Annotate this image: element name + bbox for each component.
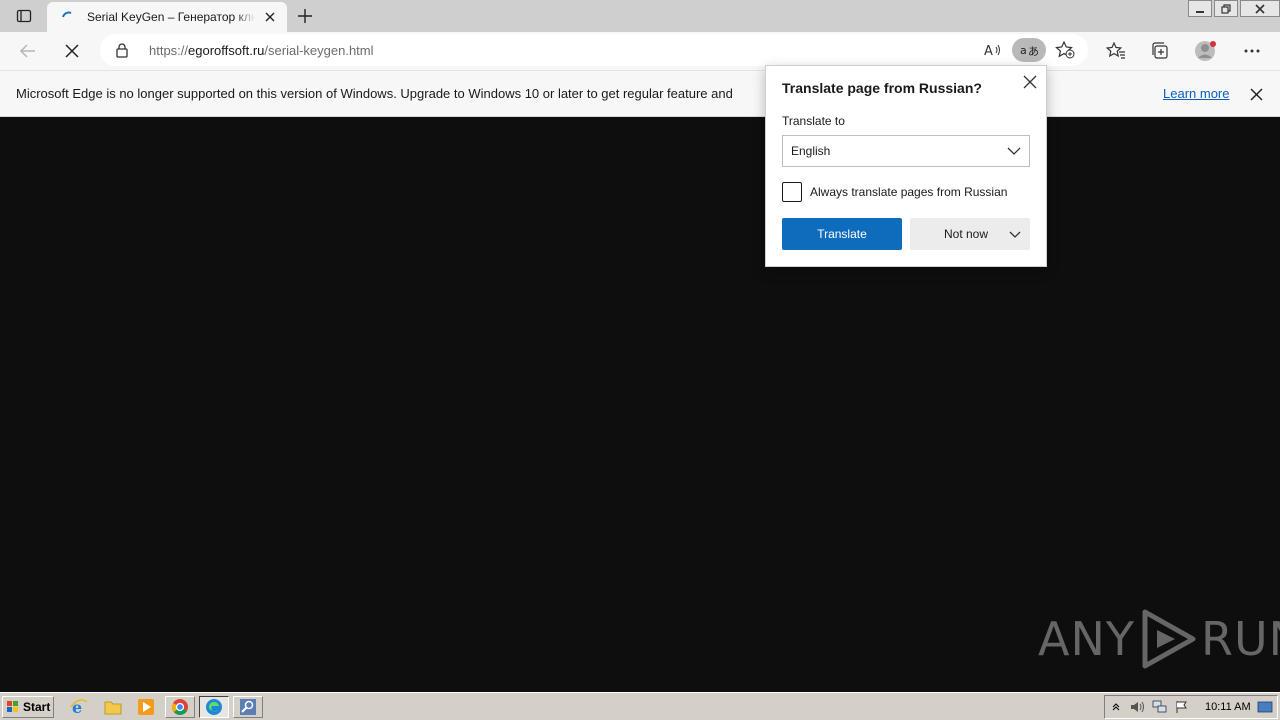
browser-toolbar: https://egoroffsoft.ru/serial-keygen.htm… [0,32,1280,70]
volume-tray-icon[interactable] [1127,697,1149,717]
stop-loading-button[interactable] [56,35,88,67]
clock[interactable]: 10:11 AM [1205,701,1251,713]
close-icon [1249,87,1263,101]
edge-taskbar-item[interactable] [199,696,229,718]
popup-title: Translate page from Russian? [782,80,982,96]
speaker-icon [1131,701,1144,713]
infobar-close-button[interactable] [1246,84,1266,104]
restore-icon [1221,3,1231,14]
tab-actions-button[interactable] [8,4,40,28]
add-favorite-button[interactable] [1052,38,1078,62]
close-icon [65,44,79,58]
address-bar[interactable]: https://egoroffsoft.ru/serial-keygen.htm… [100,34,1088,66]
show-desktop-icon[interactable] [1257,700,1273,714]
url-host: egoroffsoft.ru [188,43,265,58]
language-select[interactable]: English [782,135,1030,167]
restore-button[interactable] [1214,0,1238,17]
folder-icon [104,701,122,715]
close-icon [1023,75,1037,89]
internet-explorer-icon: e [70,698,88,716]
system-tray: 10:11 AM [1104,695,1278,719]
popup-close-button[interactable] [1020,72,1040,92]
infobar-message: Microsoft Edge is no longer supported on… [16,86,733,101]
tab-title: Serial KeyGen – Генератор ключе [87,10,255,24]
translate-icon: aあ [1020,44,1039,58]
unsupported-os-infobar: Microsoft Edge is no longer supported on… [0,70,1280,117]
minimize-icon [1196,10,1204,13]
tab-strip: Serial KeyGen – Генератор ключе [0,0,1280,32]
media-player-icon [138,699,154,715]
chevron-up-icon [1112,703,1120,711]
read-aloud-button[interactable]: A [980,38,1006,62]
chevron-down-icon[interactable] [1008,227,1022,241]
network-tray-icon[interactable] [1149,697,1171,717]
language-select-value: English [791,144,831,158]
network-icon [1152,700,1167,713]
back-arrow-icon [19,44,35,58]
loading-spinner-icon [59,9,75,25]
favorites-button[interactable] [1100,35,1132,67]
edge-icon [206,699,222,715]
tool-taskbar-item[interactable] [233,696,263,718]
not-now-button[interactable]: Not now [910,218,1030,250]
close-window-button[interactable] [1240,0,1280,17]
read-aloud-icon: A [984,44,1000,58]
close-icon [265,12,275,22]
collections-icon [1152,42,1168,59]
magnifier-tool-icon [240,699,256,715]
url-path: /serial-keygen.html [264,43,374,58]
settings-more-button[interactable] [1236,35,1268,67]
always-translate-checkbox[interactable] [782,182,802,202]
page-content [0,118,1280,692]
chrome-icon [172,699,188,715]
start-button[interactable]: Start [2,696,54,718]
ie-quicklaunch[interactable]: e [68,697,90,717]
translate-button[interactable]: Translate [782,218,902,250]
tab-active[interactable]: Serial KeyGen – Генератор ключе [47,2,287,32]
translate-button[interactable]: aあ [1012,38,1046,62]
svg-text:あ: あ [1028,45,1039,58]
translate-popup: Translate page from Russian? Translate t… [765,65,1047,267]
media-player-quicklaunch[interactable] [135,697,157,717]
show-hidden-icons-button[interactable] [1105,697,1127,717]
url-text[interactable]: https://egoroffsoft.ru/serial-keygen.htm… [149,43,374,58]
tab-actions-icon [16,9,32,23]
anyrun-watermark: ANY RUN [1038,608,1280,670]
new-tab-button[interactable] [292,4,318,28]
taskbar: Start e 10:11 AM [0,692,1280,720]
svg-text:a: a [1020,44,1027,57]
chrome-taskbar-item[interactable] [165,696,195,718]
close-icon [1255,3,1265,14]
chevron-down-icon [1007,147,1021,155]
window-controls [1186,0,1280,18]
back-button[interactable] [12,35,44,67]
star-add-icon [1055,41,1075,59]
more-icon [1244,49,1260,53]
url-scheme: https:// [149,43,189,58]
watermark-text-left: ANY [1038,612,1135,666]
windows-flag-icon [7,701,18,712]
explorer-quicklaunch[interactable] [102,697,124,717]
start-label: Start [23,700,51,714]
watermark-text-right: RUN [1200,612,1280,666]
favorites-icon [1106,42,1125,59]
translate-to-label: Translate to [782,114,845,128]
svg-text:A: A [984,44,993,58]
profile-button[interactable] [1190,35,1222,67]
flag-icon [1176,701,1187,713]
tab-close-button[interactable] [261,8,279,26]
not-now-label: Not now [944,227,989,241]
always-translate-label: Always translate pages from Russian [810,185,1008,199]
collections-button[interactable] [1144,35,1176,67]
plus-icon [298,9,312,23]
learn-more-link[interactable]: Learn more [1163,86,1229,101]
lock-icon[interactable] [114,42,130,58]
minimize-button[interactable] [1188,0,1212,17]
play-logo-icon [1142,609,1196,669]
avatar-icon [1195,41,1216,61]
action-center-tray-icon[interactable] [1171,697,1193,717]
